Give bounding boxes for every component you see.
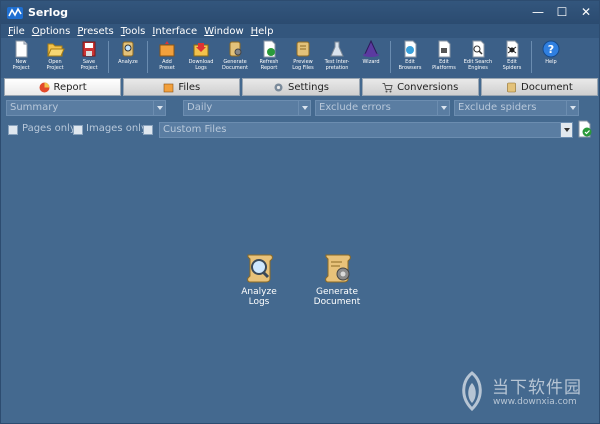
preview-log-files-button[interactable]: Preview Log Files [286,38,320,76]
toolbar-separator [531,41,532,73]
open-project-icon [47,43,65,57]
refresh-report-button[interactable]: Refresh Report [252,38,286,76]
watermark-text: 当下软件园 [492,378,582,398]
generate-document-scroll-icon [325,254,351,283]
generate-document-icon [229,41,242,57]
menu-window[interactable]: Window [202,26,248,37]
menu-presets[interactable]: Presets [75,26,118,37]
spiders-select[interactable]: Exclude spiders [454,100,579,116]
toolbar-separator [108,41,109,73]
analyze-icon [122,41,134,57]
maximize-button[interactable]: ☐ [555,5,569,19]
title-bar: Serlog — ☐ ✕ [1,1,599,24]
report-icon [39,82,50,92]
errors-select[interactable]: Exclude errors [315,100,450,116]
analyze-button[interactable]: Analyze [111,38,145,76]
app-window: Serlog — ☐ ✕ File Options Presets Tools … [0,0,600,424]
minimize-button[interactable]: — [531,5,545,19]
test-interpretation-icon [330,41,344,57]
document-icon [507,82,516,92]
cart-icon [382,82,393,92]
menu-tools[interactable]: Tools [119,26,151,37]
watermark-url: www.downxia.com [493,397,577,407]
new-project-button[interactable]: New Project [4,38,38,76]
save-project-button[interactable]: Save Project [72,38,106,76]
add-preset-icon [159,41,175,57]
custom-files-checkbox[interactable] [143,125,153,135]
files-icon [164,83,174,92]
new-project-icon [15,40,28,58]
images-only-checkbox[interactable] [73,125,83,135]
edit-search-engines-button[interactable]: Edit Search Engines [461,38,495,76]
watermark: 当下软件园 www.downxia.com [456,369,596,414]
chevron-down-icon [298,101,310,115]
menu-bar: File Options Presets Tools Interface Win… [1,24,599,38]
wizard-button[interactable]: Wizard [354,38,388,76]
window-title: Serlog [28,6,69,19]
toolbar-separator [147,41,148,73]
chevron-down-icon [560,123,572,137]
images-only-label: Images only [86,123,147,134]
edit-spiders-icon [506,40,519,58]
add-preset-button[interactable]: Add Preset [150,38,184,76]
generate-document-button[interactable]: Generate Document [218,38,252,76]
tab-report[interactable]: Report [4,78,122,96]
period-select[interactable]: Daily [183,100,311,116]
apply-filter-icon[interactable] [577,120,593,138]
analyze-logs-action[interactable]: Analyze Logs [239,251,279,307]
pages-only-checkbox[interactable] [8,125,18,135]
generate-document-action[interactable]: Generate Document [313,251,361,307]
help-button[interactable]: ? Help [534,38,568,76]
report-type-select[interactable]: Summary [6,100,166,116]
tab-settings[interactable]: Settings [242,78,360,96]
filter-row: Summary Daily Exclude errors Exclude spi… [6,100,598,116]
watermark-logo-icon [462,371,482,411]
download-logs-icon [193,43,209,57]
refresh-report-icon [263,40,276,58]
serlog-logo-icon [7,6,23,19]
tab-conversions[interactable]: Conversions [361,78,479,96]
close-button[interactable]: ✕ [579,5,593,19]
menu-interface[interactable]: Interface [150,26,202,37]
edit-platforms-icon [438,40,451,58]
edit-browsers-button[interactable]: Edit Browsers [393,38,427,76]
chevron-down-icon [153,101,165,115]
menu-help[interactable]: Help [249,26,279,37]
chevron-down-icon [437,101,449,115]
custom-files-select[interactable]: Custom Files [159,122,573,138]
save-project-icon [82,41,96,57]
edit-spiders-button[interactable]: Edit Spiders [495,38,529,76]
download-logs-button[interactable]: Download Logs [184,38,218,76]
wizard-icon [363,40,379,57]
analyze-logs-icon [247,254,273,283]
pages-only-label: Pages only [22,123,76,134]
test-interpretation-button[interactable]: Test Inter- pretation [320,38,354,76]
edit-browsers-icon [404,40,417,58]
settings-gear-icon [274,83,283,91]
preview-log-files-icon [296,41,310,57]
help-icon: ? [542,40,560,58]
menu-file[interactable]: File [6,26,30,37]
tab-files[interactable]: Files [123,78,241,96]
chevron-down-icon [566,101,578,115]
tab-bar: Report Files Settings Conversions Docume… [4,78,599,96]
tab-document[interactable]: Document [480,78,599,96]
window-controls: — ☐ ✕ [531,5,593,19]
edit-platforms-button[interactable]: Edit Platforms [427,38,461,76]
toolbar-separator [390,41,391,73]
toolbar: New Project Open Project Save Project An… [1,38,599,78]
open-project-button[interactable]: Open Project [38,38,72,76]
options-row: Pages only Images only Custom Files [6,120,598,138]
menu-options[interactable]: Options [30,26,76,37]
svg-text:?: ? [548,43,554,56]
edit-search-engines-icon [472,40,485,58]
